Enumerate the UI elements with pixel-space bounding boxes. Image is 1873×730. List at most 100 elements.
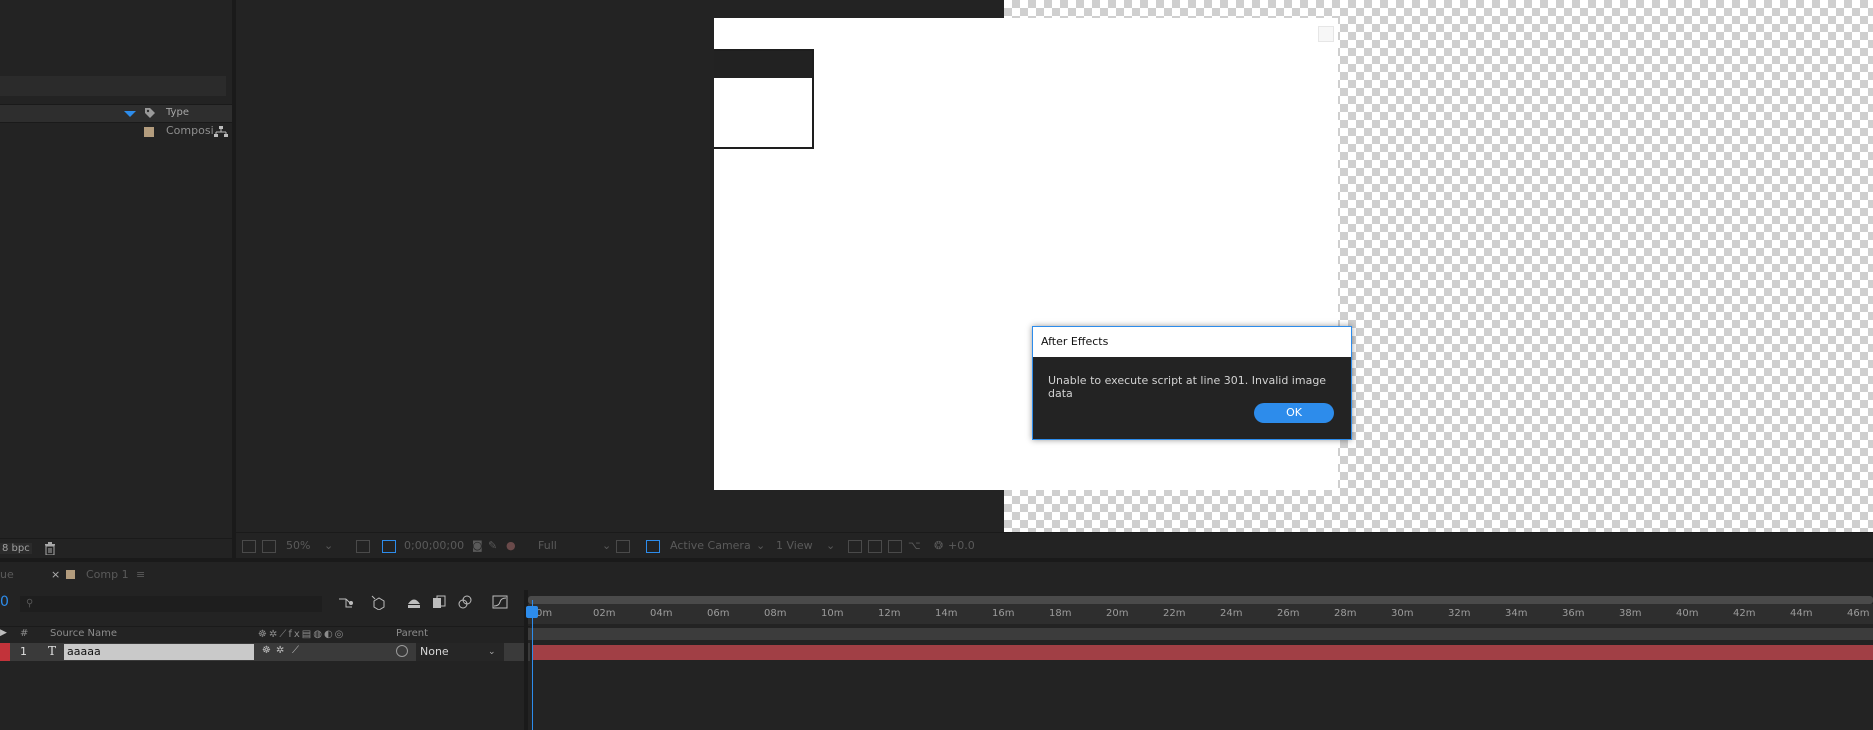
flowchart-icon[interactable] xyxy=(214,126,228,138)
timeline-search-input[interactable]: ⚲ xyxy=(20,596,322,612)
close-tab-icon[interactable]: × xyxy=(51,568,60,581)
time-ruler[interactable]: 0m 02m 04m 06m 08m 10m 12m 14m 16m 18m 20m 22m 24m 26… xyxy=(528,604,1873,624)
timeline-controls: 0 ⚲ xyxy=(0,590,530,618)
chevron-down-icon[interactable]: ⌄ xyxy=(324,539,333,552)
playhead-line xyxy=(532,600,533,730)
label-tag-icon[interactable] xyxy=(144,107,156,119)
text-layer-icon: T xyxy=(48,644,57,658)
current-time-display[interactable]: 0;00;00;00 xyxy=(404,539,464,552)
comp-color-swatch xyxy=(66,570,75,579)
ruler-tick-label: 12m xyxy=(878,608,901,619)
region-of-interest-icon[interactable] xyxy=(616,540,630,553)
fast-preview-icon[interactable] xyxy=(868,540,882,553)
layer-name-field[interactable]: aaaaa xyxy=(64,644,254,660)
layer-row[interactable]: 1 T aaaaa ☸ ✲ ⟋ None ⌄ xyxy=(0,643,530,661)
composition-viewer[interactable] xyxy=(236,0,1873,532)
collapse-switch-icon[interactable]: ✲ xyxy=(276,645,284,656)
project-item-row[interactable]: Composi xyxy=(0,123,232,140)
parent-value: None xyxy=(420,645,449,658)
layer-duration-bar[interactable] xyxy=(532,645,1873,660)
snapshot-icon[interactable]: ◙ xyxy=(472,539,483,552)
flowchart-icon[interactable]: ⌥ xyxy=(908,539,921,552)
timeline-tab-bar: ue × Comp 1 ≡ xyxy=(0,562,1873,588)
parent-header[interactable]: Parent xyxy=(396,628,428,639)
ruler-tick-label: 36m xyxy=(1562,608,1585,619)
project-column-header: Type xyxy=(0,104,232,123)
graph-editor-icon[interactable] xyxy=(492,595,508,609)
work-area-bar[interactable] xyxy=(528,596,1873,604)
ruler-tick-label: 44m xyxy=(1790,608,1813,619)
ruler-tick-label: 10m xyxy=(821,608,844,619)
ruler-tick-label: 04m xyxy=(650,608,673,619)
close-icon[interactable] xyxy=(1318,26,1334,42)
always-preview-icon[interactable] xyxy=(242,540,256,553)
tab-render-queue[interactable]: ue xyxy=(0,568,14,581)
shy-switch-icon[interactable]: ☸ xyxy=(262,645,271,656)
ruler-tick-label: 26m xyxy=(1277,608,1300,619)
script-ui-titlebar xyxy=(714,51,812,78)
ruler-tick-label: 32m xyxy=(1448,608,1471,619)
ruler-tick-label: 34m xyxy=(1505,608,1528,619)
zoom-select[interactable]: 50% xyxy=(286,539,310,552)
viewer-toolbar: 50% ⌄ 0;00;00;00 ◙ ✎ ● Full ⌄ Active Cam… xyxy=(236,532,1873,559)
show-snapshot-icon[interactable]: ✎ xyxy=(488,539,497,552)
layer-column-header: ▶ # Source Name ☸✲⟋fx▤◍◐◎ Parent xyxy=(0,626,530,644)
bit-depth-button[interactable]: 8 bpc xyxy=(0,543,32,554)
color-channel-icon[interactable]: ● xyxy=(506,539,516,552)
alert-dialog: After Effects Unable to execute script a… xyxy=(1032,326,1352,440)
safe-zones-icon[interactable] xyxy=(356,540,370,553)
ruler-tick-label: 42m xyxy=(1733,608,1756,619)
transparency-grid-toggle-icon[interactable] xyxy=(646,540,660,553)
toggle-mask-icon[interactable] xyxy=(888,540,902,553)
exposure-value[interactable]: +0.0 xyxy=(948,539,975,552)
switches-header-icons: ☸✲⟋fx▤◍◐◎ xyxy=(258,629,346,640)
search-icon: ⚲ xyxy=(26,598,34,609)
view-layout-select[interactable]: 1 View xyxy=(776,539,813,552)
resolution-select[interactable]: Full xyxy=(538,539,557,552)
layer-list-empty-area[interactable] xyxy=(0,662,530,730)
quality-switch-icon[interactable]: ⟋ xyxy=(292,645,299,656)
item-type-text: Composi xyxy=(166,124,214,137)
ruler-tick-label: 06m xyxy=(707,608,730,619)
current-time[interactable]: 0 xyxy=(0,594,9,610)
time-navigator[interactable] xyxy=(528,628,1873,640)
project-search-input[interactable] xyxy=(0,76,226,96)
ruler-tick-label: 24m xyxy=(1220,608,1243,619)
label-color-swatch[interactable] xyxy=(144,127,154,137)
collapse-triangle-icon[interactable]: ▶ xyxy=(0,628,7,638)
motion-blur-icon[interactable] xyxy=(458,595,472,609)
pixel-aspect-icon[interactable] xyxy=(848,540,862,553)
camera-select[interactable]: Active Camera xyxy=(670,539,751,552)
trash-icon[interactable] xyxy=(44,542,56,555)
shy-layers-icon[interactable] xyxy=(406,595,422,609)
source-name-header[interactable]: Source Name xyxy=(50,628,117,639)
chevron-down-icon[interactable]: ⌄ xyxy=(488,643,496,661)
tab-comp-1[interactable]: Comp 1 xyxy=(86,568,129,581)
chevron-down-icon[interactable]: ⌄ xyxy=(756,539,765,552)
script-ui-window xyxy=(714,49,814,149)
project-panel: Type Composi 8 bpc xyxy=(0,0,232,560)
chevron-down-icon[interactable]: ⌄ xyxy=(602,539,611,552)
playhead-handle[interactable] xyxy=(526,606,538,618)
grid-toggle-icon[interactable] xyxy=(382,540,396,553)
reset-exposure-icon[interactable]: ❂ xyxy=(934,539,943,552)
sort-arrow-icon[interactable] xyxy=(124,111,136,117)
type-column-label[interactable]: Type xyxy=(166,107,189,118)
ruler-tick-label: 28m xyxy=(1334,608,1357,619)
pick-whip-icon[interactable] xyxy=(396,645,408,657)
composition-mini-flowchart-icon[interactable] xyxy=(338,596,354,610)
parent-select[interactable]: None ⌄ xyxy=(416,643,504,661)
dialog-titlebar: After Effects xyxy=(1033,327,1351,357)
dialog-title: After Effects xyxy=(1041,335,1109,348)
panel-menu-icon[interactable]: ≡ xyxy=(136,568,145,581)
layer-label-color[interactable] xyxy=(0,643,10,661)
draft-3d-icon[interactable] xyxy=(370,594,386,610)
layer-number: 1 xyxy=(20,645,27,658)
dialog-message: Unable to execute script at line 301. In… xyxy=(1048,374,1327,400)
layer-number-header[interactable]: # xyxy=(20,628,28,639)
frame-blending-icon[interactable] xyxy=(432,595,446,609)
ok-button[interactable]: OK xyxy=(1254,403,1334,423)
ruler-tick-label: 14m xyxy=(935,608,958,619)
monitor-icon[interactable] xyxy=(262,540,276,553)
chevron-down-icon[interactable]: ⌄ xyxy=(826,539,835,552)
